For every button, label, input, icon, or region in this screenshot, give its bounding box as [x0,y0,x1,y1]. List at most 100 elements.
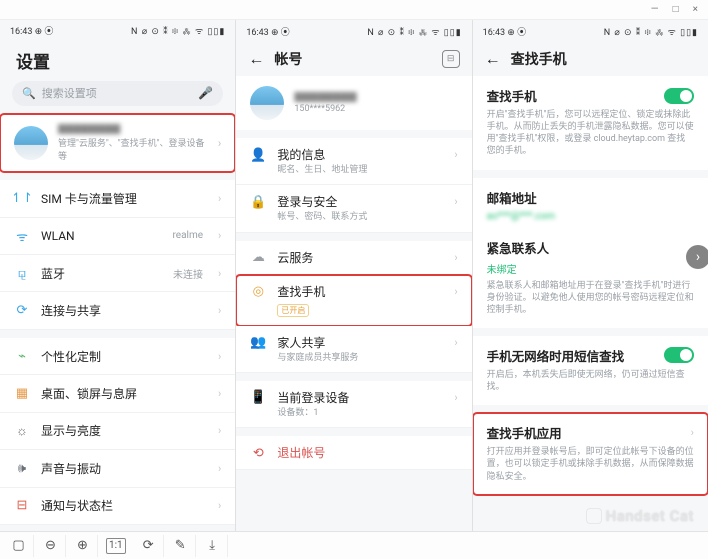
download-button[interactable]: ⤓ [198,535,228,557]
back-button[interactable]: ← [248,49,264,69]
chevron-right-icon: › [218,424,221,437]
account-sub: 管理"云服务"、"查找手机"、登录设备等 [58,136,208,162]
row-label: 登录与安全 [277,193,443,210]
row-label: SIM 卡与流量管理 [41,190,207,207]
avatar [14,126,48,160]
phone-account: 16:43 ⊕ ⦿ N ⌀ ⊙ ⁑ ፨ ⁂ ᯤ ▯▯▮ ← 帐号 ⊟ █████… [236,20,472,531]
block-label: 查找手机 [487,86,656,105]
row-my-info[interactable]: 👤 我的信息 昵名、生日、地址管理 › [236,138,471,185]
window-titlebar: — □ × [0,0,708,20]
row-label: 桌面、锁屏与息屏 [41,385,207,402]
row-personalize[interactable]: ⌁ 个性化定制 › [0,338,235,375]
status-bar: 16:43 ⊕ ⦿ N ⌀ ⊙ ⁑ ፨ ⁂ ᯤ ▯▯▮ [236,20,471,42]
contact-block[interactable]: 紧急联系人 未绑定 紧急联系人和邮箱地址用于在登录"查找手机"时进行身份验证。以… [473,228,708,328]
sim-icon: ↿↾ [14,190,30,206]
search-icon: 🔍 [22,87,36,100]
toggle-find-phone[interactable] [664,88,694,104]
email-block[interactable]: 邮箱地址 ao***@***.com [473,178,708,228]
row-label: 退出帐号 [277,444,457,461]
sms-block: 手机无网络时用短信查找 开启后，本机丢失后即使无网络，仍可通过短信查找。 [473,336,708,405]
edit-button[interactable]: ✎ [166,535,196,557]
family-icon: 👥 [250,335,266,351]
page-title: 设置 [0,42,235,81]
row-notification[interactable]: ⊟ 通知与状态栏 › [0,488,235,525]
email-value: ao***@***.com [487,211,694,222]
toggle-sms-find[interactable] [664,347,694,363]
phone-find: 16:43 ⊕ ⦿ N ⌀ ⊙ ⁑ ፨ ⁂ ᯤ ▯▯▮ ← 查找手机 查找手机 … [473,20,708,531]
window-maximize[interactable]: □ [673,4,679,15]
scan-icon[interactable]: ⊟ [442,50,460,68]
row-label: 查找手机 [277,283,443,300]
row-family-share[interactable]: 👥 家人共享 与家庭成员共享服务 › [236,326,471,373]
chevron-right-icon: › [454,148,457,161]
chevron-right-icon: › [218,136,222,150]
status-time: 16:43 ⊕ ⦿ [246,25,289,38]
contact-status: 未绑定 [487,261,694,276]
row-cloud-service[interactable]: ☁ 云服务 › [236,241,471,275]
row-sound[interactable]: 🕪 声音与振动 › [0,450,235,487]
row-label: 蓝牙 [41,265,162,282]
row-bluetooth[interactable]: ⚼ 蓝牙 未连接 › [0,255,235,292]
profile-card[interactable]: ████████ 150****5962 [236,76,471,130]
row-login-security[interactable]: 🔒 登录与安全 帐号、密码、联系方式 › [236,185,471,232]
search-input[interactable]: 🔍 搜索设置项 🎤 [12,81,223,107]
logout-icon: ⟲ [250,445,266,461]
row-sim[interactable]: ↿↾ SIM 卡与流量管理 › [0,180,235,217]
row-display[interactable]: ☼ 显示与亮度 › [0,413,235,450]
wifi-icon: ᯤ [14,228,30,244]
row-label: 云服务 [277,249,443,266]
rotate-button[interactable]: ⟳ [134,535,164,557]
page-title: 查找手机 [511,49,696,69]
notification-icon: ⊟ [14,498,30,514]
zoom-out-button[interactable]: ⊖ [36,535,66,557]
chevron-right-icon: › [218,387,221,400]
row-label: 通知与状态栏 [41,497,207,514]
window-close[interactable]: × [693,4,698,15]
cloud-icon: ☁ [250,250,266,266]
row-wlan[interactable]: ᯤ WLAN realme › [0,218,235,255]
row-label: 家人共享 [277,334,443,351]
row-find-phone[interactable]: ◎ 查找手机 已开启 › [236,275,471,326]
row-connection-share[interactable]: ⟳ 连接与共享 › [0,292,235,329]
status-indicators: N ⌀ ⊙ ⁑ ፨ ⁂ ᯤ ▯▯▮ [604,25,698,38]
share-icon: ⟳ [14,303,30,319]
bluetooth-icon: ⚼ [14,265,30,281]
status-bar: 16:43 ⊕ ⦿ N ⌀ ⊙ ⁑ ፨ ⁂ ᯤ ▯▯▮ [473,20,708,42]
chevron-right-icon: › [454,251,457,264]
account-name-blurred: ████████ [58,124,208,134]
search-placeholder: 搜索设置项 [42,85,97,101]
window-minimize[interactable]: — [651,4,659,15]
actual-size-button[interactable]: 1:1 [106,538,126,554]
block-label: 邮箱地址 [487,188,694,207]
personalize-icon: ⌁ [14,348,30,364]
row-label: 显示与亮度 [41,422,207,439]
viewer-toolbar: ▢ ⊖ ⊕ 1:1 ⟳ ✎ ⤓ [0,531,708,559]
zoom-in-button[interactable]: ⊕ [68,535,98,557]
row-devices[interactable]: 📱 当前登录设备 设备数：1 › [236,381,471,428]
next-image-button[interactable]: › [686,245,708,269]
chevron-right-icon: › [218,462,221,475]
row-sub: 帐号、密码、联系方式 [277,212,443,223]
phone-settings: 16:43 ⊕ ⦿ N ⌀ ⊙ ⁑ ፨ ⁂ ᯤ ▯▯▮ 设置 🔍 搜索设置项 🎤… [0,20,236,531]
find-phone-app-block[interactable]: 查找手机应用 › 打开应用并登录帐号后，即可定位此帐号下设备的位置，也可以锁定手… [473,413,708,494]
block-desc: 打开应用并登录帐号后，即可定位此帐号下设备的位置，也可以锁定手机或抹除手机数据，… [487,446,694,482]
nav-header: ← 查找手机 [473,42,708,76]
sound-icon: 🕪 [14,460,30,476]
person-icon: 👤 [250,147,266,163]
row-desktop-lock[interactable]: ▦ 桌面、锁屏与息屏 › [0,375,235,412]
mic-icon[interactable]: 🎤 [198,86,213,100]
profile-name-blurred: ████████ [294,92,457,102]
fit-button[interactable]: ▢ [4,535,34,557]
chevron-right-icon: › [454,195,457,208]
block-desc: 开启后，本机丢失后即使无网络，仍可通过短信查找。 [487,369,694,393]
row-logout[interactable]: ⟲ 退出帐号 [236,436,471,470]
status-time: 16:43 ⊕ ⦿ [483,25,526,38]
chevron-right-icon: › [454,391,457,404]
row-value: realme [172,230,203,241]
chevron-right-icon: › [218,229,221,242]
chevron-right-icon: › [691,426,694,439]
block-label: 手机无网络时用短信查找 [487,346,656,365]
back-button[interactable]: ← [485,49,501,69]
account-row[interactable]: ████████ 管理"云服务"、"查找手机"、登录设备等 › [0,114,235,172]
watermark-text: Handset Cat [606,507,694,525]
